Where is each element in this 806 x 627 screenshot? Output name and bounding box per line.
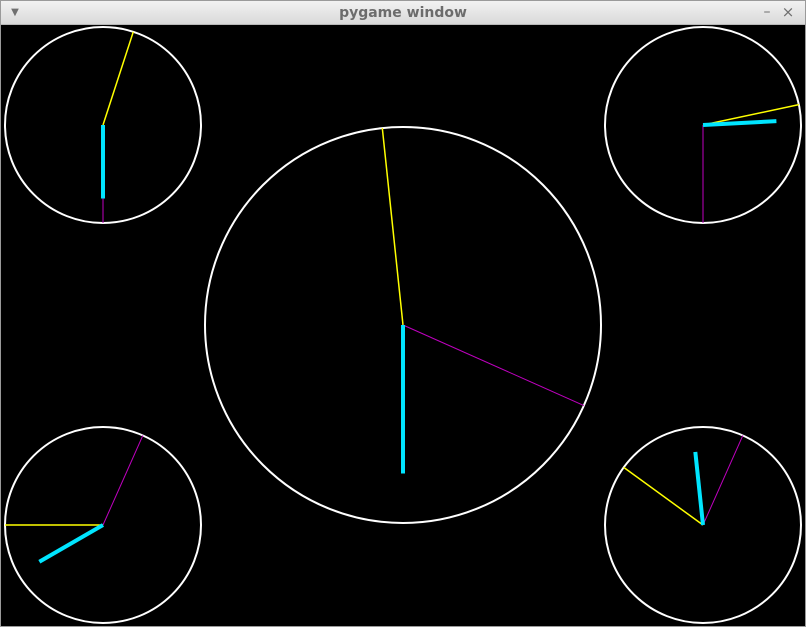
clock-top-left [4,26,202,224]
title-bar[interactable]: ▼ pygame window – × [1,1,805,25]
hour-hand [38,523,105,564]
clock-large-center [204,126,602,524]
second-hand [102,435,144,526]
second-hand [702,435,744,526]
minute-hand [102,31,134,126]
minimize-icon[interactable]: – [759,4,775,20]
second-hand [402,324,585,406]
clock-bottom-left [4,426,202,624]
pygame-canvas[interactable] [3,25,803,625]
clocks-drawing [4,26,802,624]
close-icon[interactable]: × [780,4,796,20]
clock-bottom-right [604,426,802,624]
minute-hand [381,128,404,326]
pygame-window: ▼ pygame window – × [0,0,806,627]
hour-hand [693,451,705,526]
hour-hand [702,119,777,127]
window-title: pygame window [339,5,467,21]
minute-hand [623,466,704,526]
clock-top-right [604,26,802,224]
